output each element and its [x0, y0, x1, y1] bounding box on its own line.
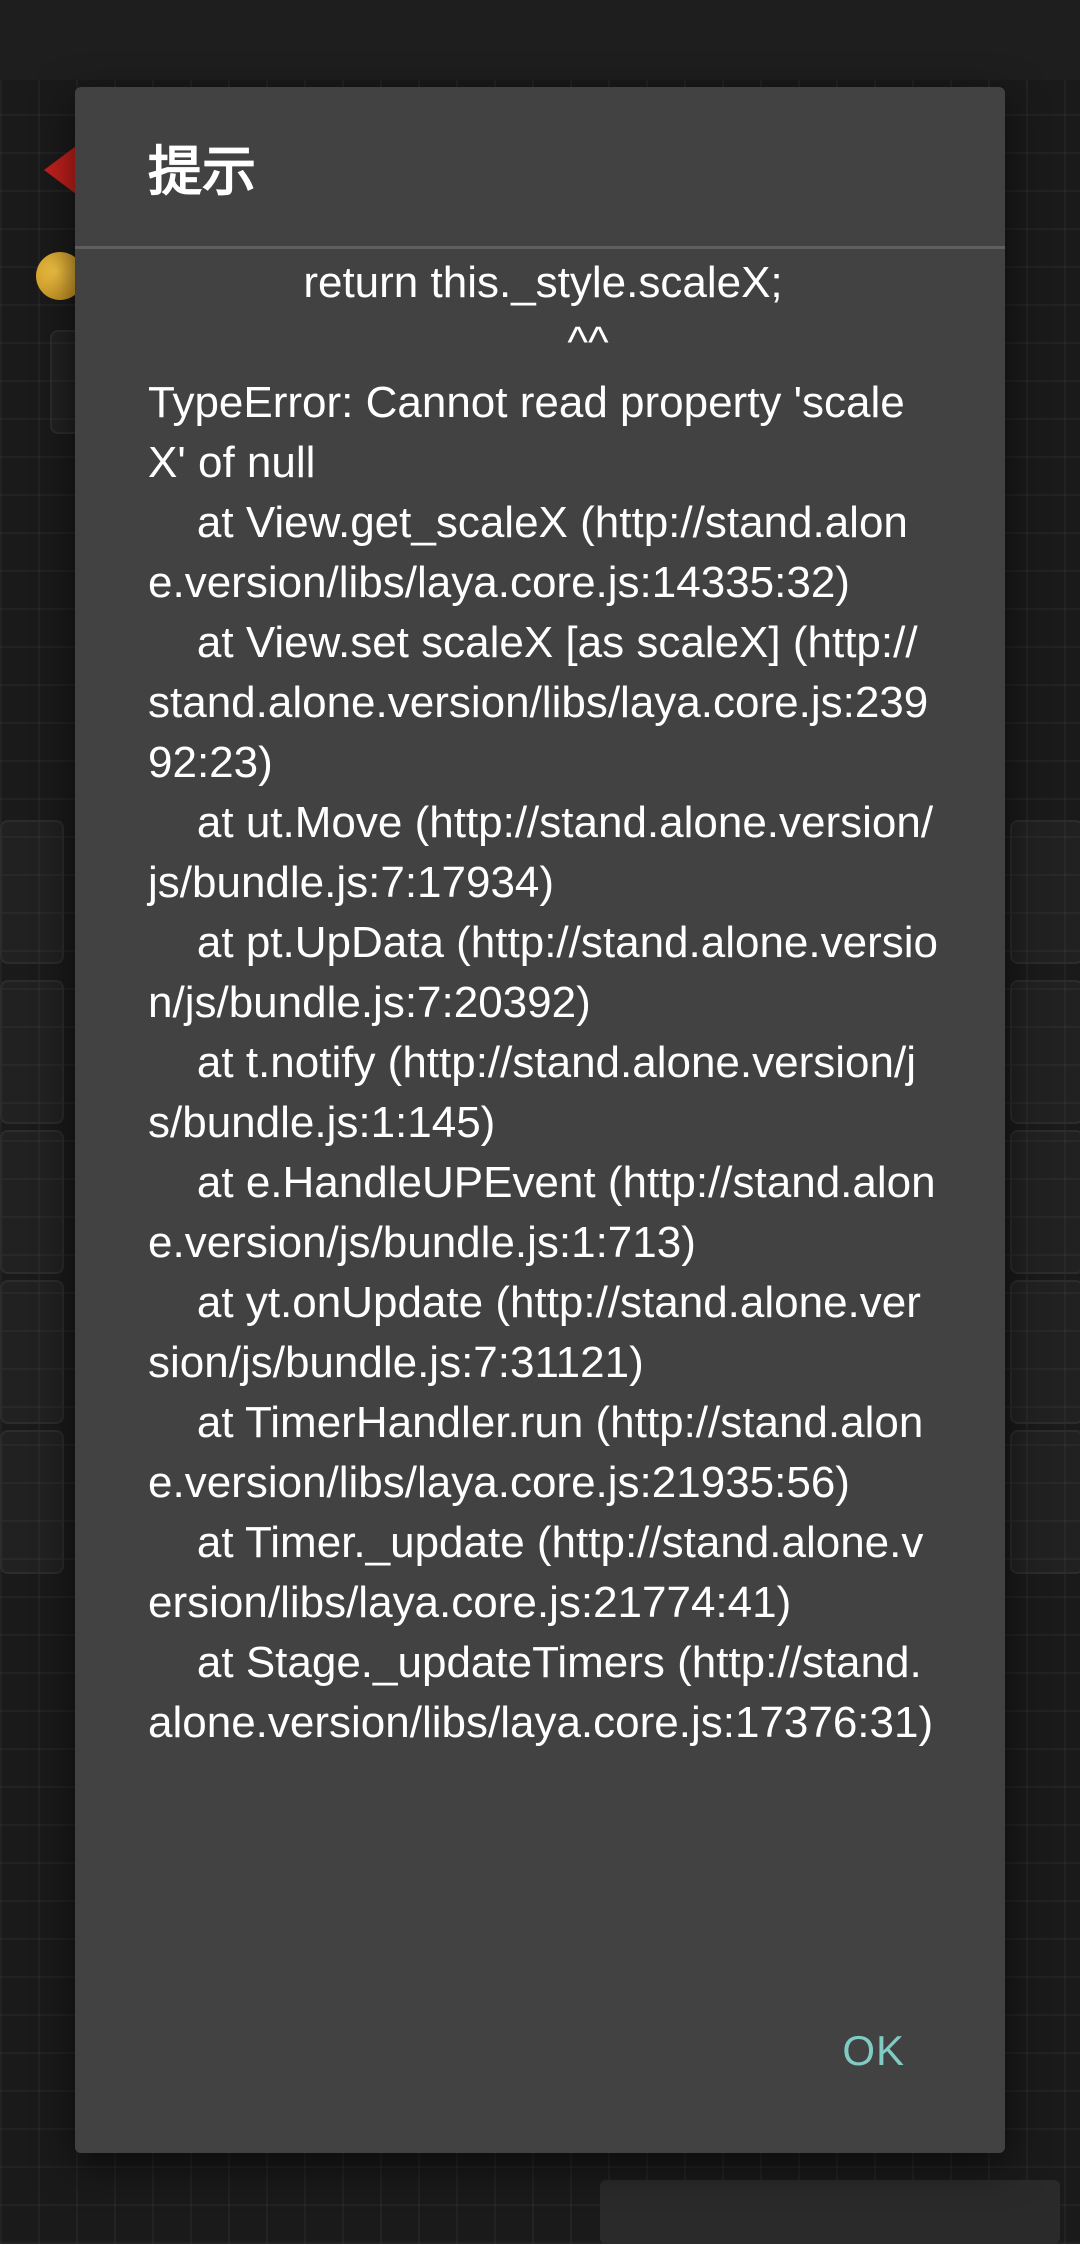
background-panel — [0, 1430, 64, 1574]
background-panel — [0, 980, 64, 1124]
error-code-line: return this._style.scaleX; — [303, 258, 783, 307]
background-panel — [1010, 1430, 1080, 1574]
background-panel — [0, 820, 64, 964]
background-panel — [1010, 1130, 1080, 1274]
alert-dialog: 提示 return this._style.scaleX; ^^ TypeError… — [75, 87, 1005, 2153]
dialog-title: 提示 — [148, 140, 256, 203]
error-caret: ^^ — [567, 318, 609, 367]
dialog-divider — [75, 246, 1005, 249]
top-bar — [0, 0, 1080, 80]
background-panel — [1010, 1280, 1080, 1424]
error-stack-trace: TypeError: Cannot read property 'scaleX'… — [148, 378, 938, 1747]
background-panel — [1010, 820, 1080, 964]
background-panel — [0, 1130, 64, 1274]
background-panel — [1010, 980, 1080, 1124]
background-panel — [0, 1280, 64, 1424]
dialog-message: return this._style.scaleX; ^^ TypeError: C… — [148, 253, 938, 2053]
ok-button[interactable]: OK — [834, 2021, 913, 2081]
background-bottom-bar — [600, 2180, 1060, 2244]
